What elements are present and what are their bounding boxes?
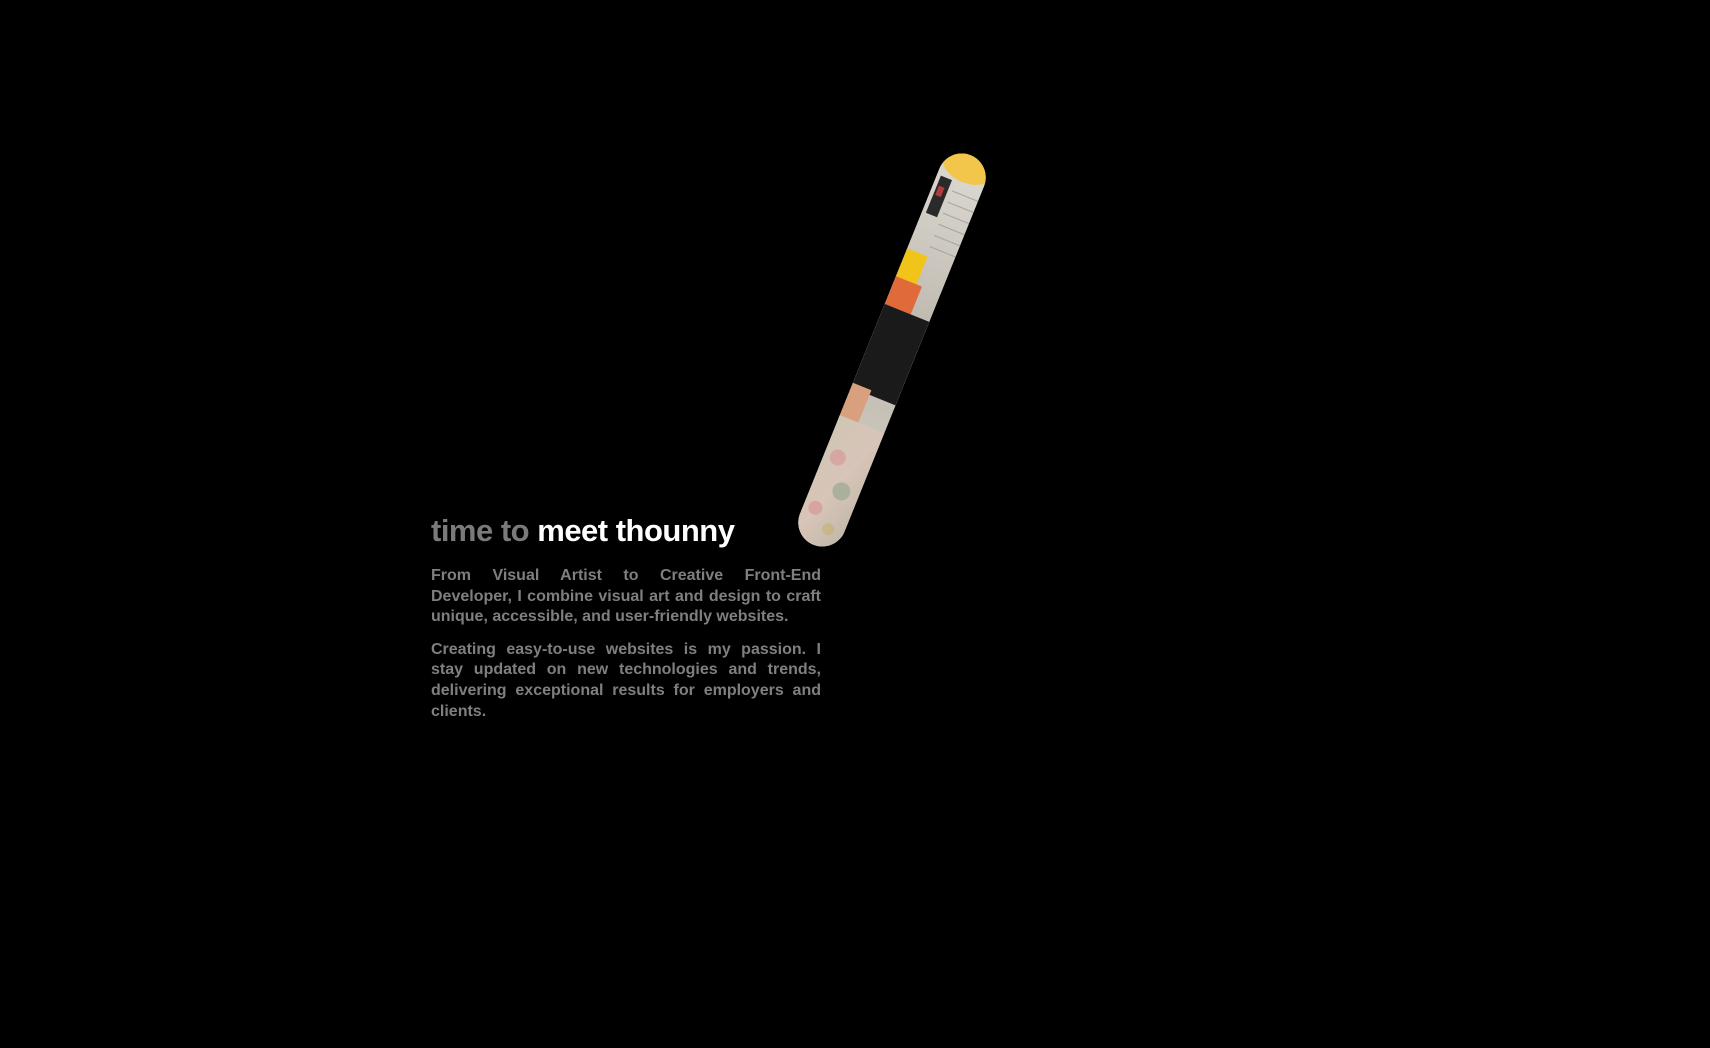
about-paragraph-2: Creating easy-to-use websites is my pass…	[431, 640, 821, 720]
about-section: time to meet thounny From Visual Artist …	[431, 511, 821, 722]
heading-muted-text: time to	[431, 513, 530, 548]
portrait-pill	[791, 146, 993, 554]
about-heading: time to meet thounny	[431, 511, 821, 551]
about-paragraph-1: From Visual Artist to Creative Front-End…	[431, 567, 821, 626]
portrait-photo-art	[791, 146, 993, 554]
portrait-photo	[791, 146, 993, 554]
heading-bright-text: meet thounny	[537, 513, 735, 548]
